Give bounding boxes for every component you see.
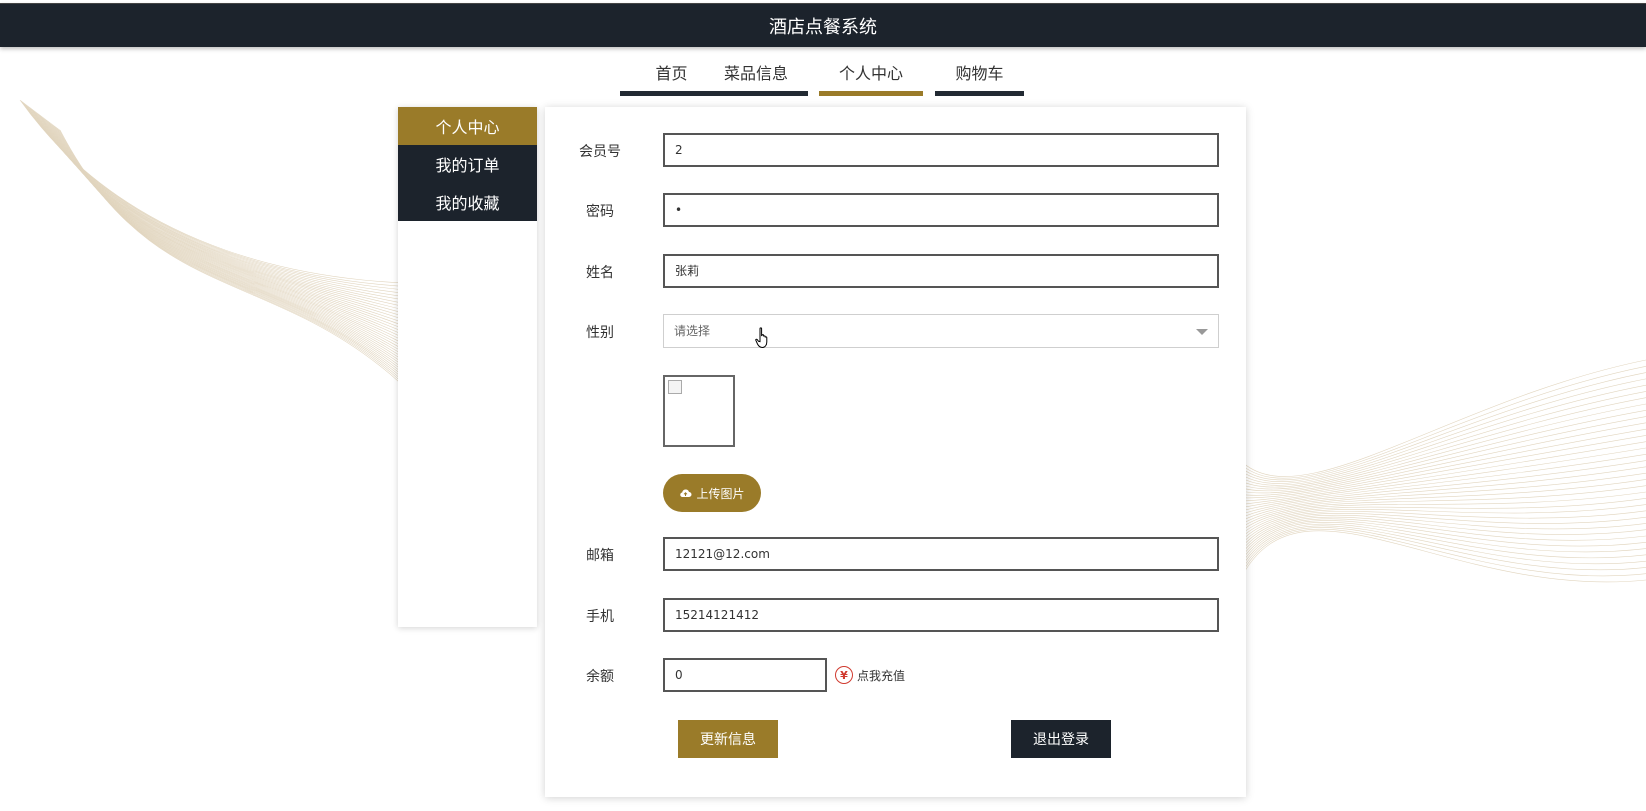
member-id-label: 会员号 <box>579 144 621 160</box>
recharge-link[interactable]: ¥ 点我充值 <box>835 666 905 684</box>
name-input[interactable]: 张莉 <box>663 254 1219 288</box>
sidebar-item-orders[interactable]: 我的订单 <box>398 145 537 183</box>
nav-home-label: 首页 <box>655 64 688 83</box>
nav-dishes-label: 菜品信息 <box>723 64 788 83</box>
sidebar-item-label: 我的订单 <box>435 156 500 175</box>
logout-button[interactable]: 退出登录 <box>1011 720 1111 758</box>
top-nav: 首页 菜品信息 个人中心 购物车 <box>0 48 1646 96</box>
balance-label: 余额 <box>586 669 614 685</box>
balance-input[interactable]: 0 <box>663 658 827 692</box>
sidebar: 个人中心 我的订单 我的收藏 <box>398 107 537 627</box>
member-id-input[interactable]: 2 <box>663 133 1219 167</box>
update-info-button[interactable]: 更新信息 <box>678 720 778 758</box>
sidebar-item-label: 个人中心 <box>435 118 500 137</box>
gender-select-placeholder: 请选择 <box>674 324 711 338</box>
upload-image-button[interactable]: 上传图片 <box>663 474 761 512</box>
sidebar-item-profile[interactable]: 个人中心 <box>398 107 537 145</box>
hand-pointer-icon <box>755 327 768 349</box>
gender-label: 性别 <box>586 325 614 341</box>
sidebar-item-label: 我的收藏 <box>435 194 500 213</box>
app-header: 酒店点餐系统 <box>0 3 1646 47</box>
nav-profile[interactable]: 个人中心 <box>819 60 923 96</box>
name-label: 姓名 <box>586 265 614 281</box>
password-input[interactable]: • <box>663 193 1219 227</box>
password-label: 密码 <box>586 204 614 220</box>
cloud-upload-icon <box>679 488 692 498</box>
nav-cart[interactable]: 购物车 <box>935 60 1024 96</box>
gender-select[interactable]: 请选择 <box>663 314 1219 348</box>
sidebar-item-favorites[interactable]: 我的收藏 <box>398 183 537 221</box>
recharge-label: 点我充值 <box>857 668 906 683</box>
profile-form-panel: 会员号 2 密码 • 姓名 张莉 性别 请选择 上传图片 邮箱 12121@12… <box>545 107 1246 797</box>
phone-input[interactable]: 15214121412 <box>663 598 1219 632</box>
broken-image-icon <box>668 380 682 394</box>
nav-dishes[interactable]: 菜品信息 <box>704 60 808 96</box>
email-label: 邮箱 <box>586 548 614 564</box>
avatar-preview <box>663 375 735 447</box>
upload-image-label: 上传图片 <box>696 486 745 501</box>
email-input[interactable]: 12121@12.com <box>663 537 1219 571</box>
yen-icon: ¥ <box>835 666 853 684</box>
chevron-down-icon <box>1196 329 1208 335</box>
phone-label: 手机 <box>586 609 614 625</box>
nav-cart-label: 购物车 <box>955 64 1004 83</box>
nav-profile-label: 个人中心 <box>838 64 903 83</box>
app-title: 酒店点餐系统 <box>769 16 877 38</box>
